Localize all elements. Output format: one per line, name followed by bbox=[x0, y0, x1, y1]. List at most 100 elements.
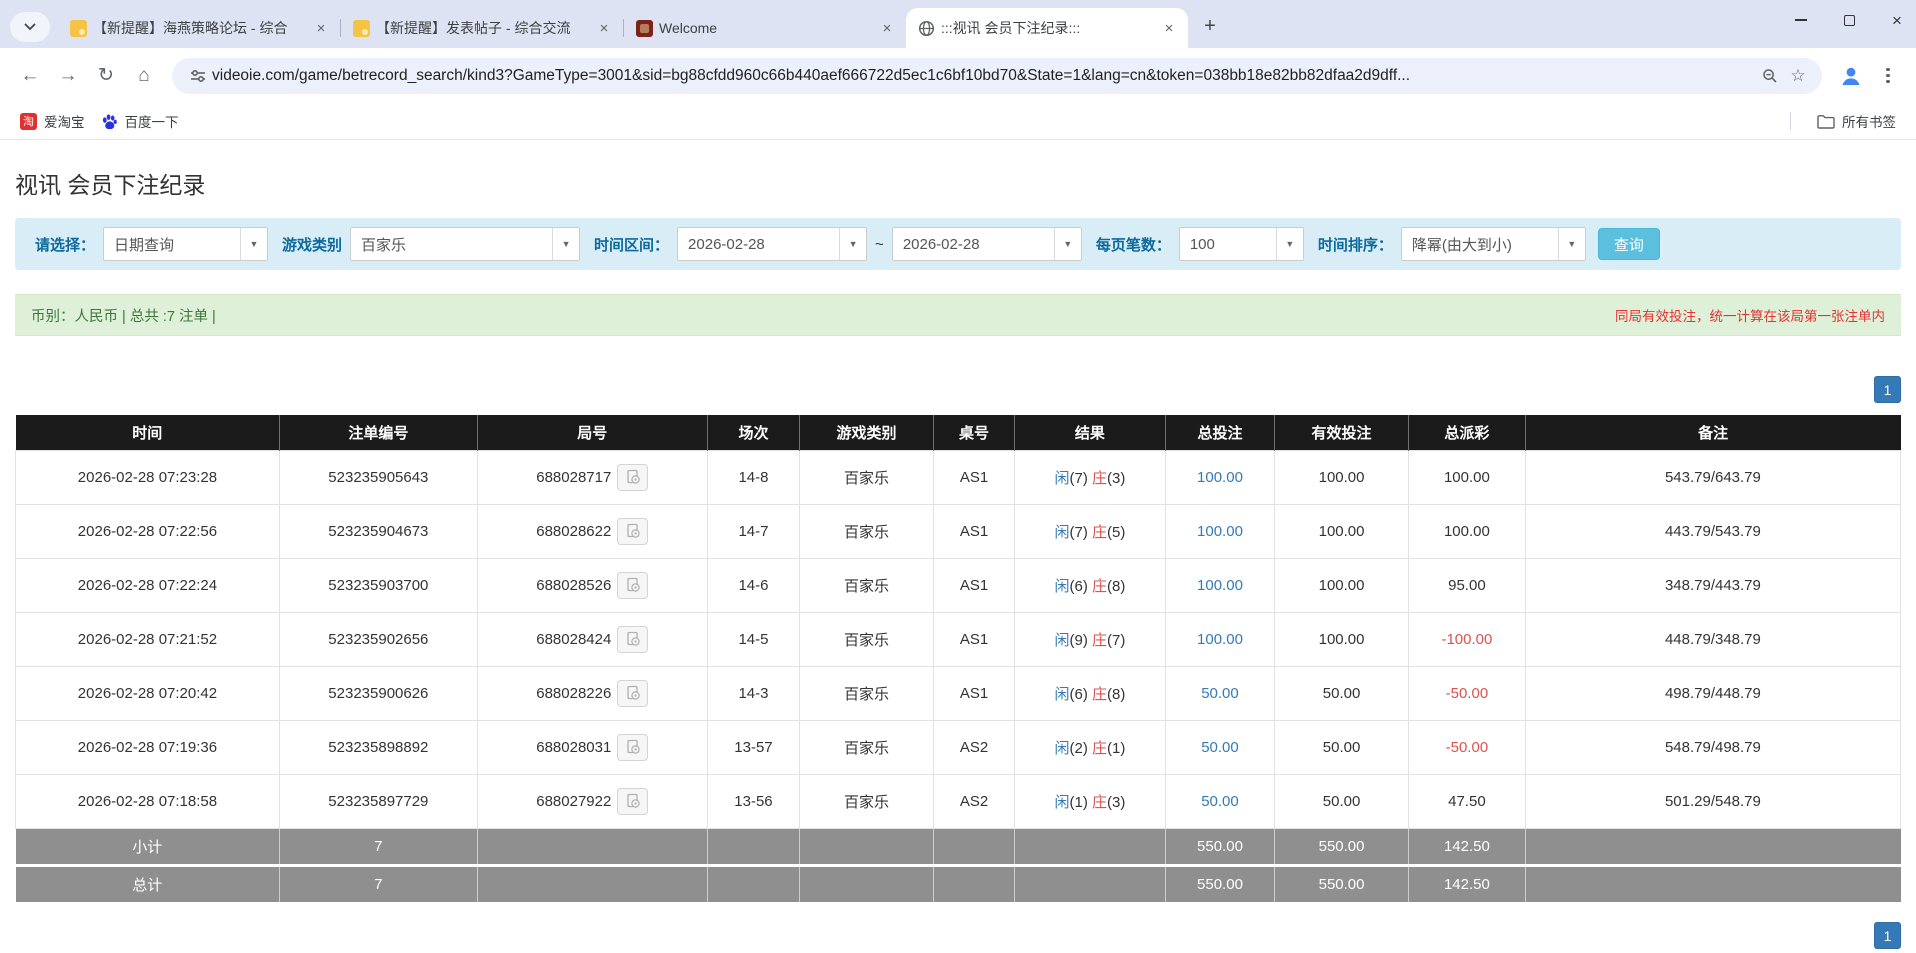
bookmark-taobao[interactable]: 淘 爱淘宝 bbox=[12, 107, 93, 135]
cell-total-bet[interactable]: 50.00 bbox=[1165, 666, 1274, 720]
video-replay-button[interactable] bbox=[617, 788, 648, 815]
bookmark-star-icon[interactable]: ☆ bbox=[1784, 62, 1812, 90]
page-number-button[interactable]: 1 bbox=[1874, 922, 1901, 949]
chevron-down-icon: ▼ bbox=[1054, 228, 1081, 260]
video-replay-button[interactable] bbox=[617, 680, 648, 707]
cell-result: 闲(6) 庄(8) bbox=[1015, 666, 1166, 720]
cell-note: 443.79/543.79 bbox=[1525, 504, 1900, 558]
cell-time: 2026-02-28 07:22:56 bbox=[16, 504, 280, 558]
video-replay-button[interactable] bbox=[617, 572, 648, 599]
total-row: 总计 7 550.00 550.00 142.50 bbox=[16, 865, 1901, 902]
cell-note: 448.79/348.79 bbox=[1525, 612, 1900, 666]
page-number-button[interactable]: 1 bbox=[1874, 376, 1901, 403]
cell-payout: -100.00 bbox=[1408, 612, 1525, 666]
table-body: 2026-02-28 07:23:28523235905643688028717… bbox=[16, 450, 1901, 828]
sort-select[interactable]: 降幂(由大到小) ▼ bbox=[1401, 227, 1586, 261]
video-replay-button[interactable] bbox=[617, 626, 648, 653]
reload-button[interactable]: ↻ bbox=[90, 60, 122, 92]
tab-title: :::视讯 会员下注纪录::: bbox=[941, 18, 1154, 38]
chevron-down-icon: ▼ bbox=[1276, 228, 1303, 260]
cell-result: 闲(1) 庄(3) bbox=[1015, 774, 1166, 828]
site-info-icon[interactable] bbox=[184, 62, 212, 90]
chevron-down-icon: ▼ bbox=[240, 228, 267, 260]
player-count: (6) bbox=[1069, 578, 1087, 595]
player-result: 闲 bbox=[1054, 578, 1069, 595]
tab-close-icon[interactable]: × bbox=[312, 19, 330, 37]
search-button[interactable]: 查询 bbox=[1598, 228, 1660, 260]
zoom-icon[interactable] bbox=[1756, 62, 1784, 90]
date-to-value: 2026-02-28 bbox=[893, 228, 1054, 260]
browser-menu-icon[interactable] bbox=[1874, 68, 1902, 84]
tab-close-icon[interactable]: × bbox=[878, 19, 896, 37]
window-close-button[interactable]: × bbox=[1890, 13, 1904, 27]
video-replay-button[interactable] bbox=[617, 518, 648, 545]
cell-note: 498.79/448.79 bbox=[1525, 666, 1900, 720]
tab-forum-2[interactable]: 【新提醒】发表帖子 - 综合交流 × bbox=[341, 8, 623, 48]
round-number: 688028622 bbox=[536, 523, 611, 540]
tab-close-icon[interactable]: × bbox=[595, 19, 613, 37]
game-type-value: 百家乐 bbox=[351, 228, 552, 260]
film-icon bbox=[625, 739, 641, 755]
query-type-value: 日期查询 bbox=[104, 228, 240, 260]
cell-round: 688028424 bbox=[477, 612, 707, 666]
new-tab-button[interactable]: + bbox=[1196, 12, 1224, 40]
date-from-input[interactable]: 2026-02-28 ▼ bbox=[677, 227, 867, 261]
cell-round: 688028031 bbox=[477, 720, 707, 774]
player-result: 闲 bbox=[1054, 794, 1069, 811]
cell-bet-id: 523235898892 bbox=[279, 720, 477, 774]
sort-value: 降幂(由大到小) bbox=[1402, 228, 1558, 260]
player-result: 闲 bbox=[1054, 686, 1069, 703]
query-type-select[interactable]: 日期查询 ▼ bbox=[103, 227, 268, 261]
cell-total-bet[interactable]: 50.00 bbox=[1165, 720, 1274, 774]
cell-total-bet[interactable]: 100.00 bbox=[1165, 450, 1274, 504]
cell-total-bet[interactable]: 100.00 bbox=[1165, 612, 1274, 666]
banker-count: (1) bbox=[1107, 740, 1125, 757]
game-type-select[interactable]: 百家乐 ▼ bbox=[350, 227, 580, 261]
cell-note: 548.79/498.79 bbox=[1525, 720, 1900, 774]
cell-valid-bet: 50.00 bbox=[1275, 666, 1409, 720]
page-content: 视讯 会员下注纪录 请选择： 日期查询 ▼ 游戏类别 百家乐 ▼ 时间区间： 2… bbox=[0, 166, 1916, 949]
cell-payout: 100.00 bbox=[1408, 450, 1525, 504]
date-to-input[interactable]: 2026-02-28 ▼ bbox=[892, 227, 1082, 261]
tab-welcome[interactable]: Welcome × bbox=[624, 8, 906, 48]
video-replay-button[interactable] bbox=[617, 734, 648, 761]
cell-valid-bet: 100.00 bbox=[1275, 558, 1409, 612]
cell-bet-id: 523235904673 bbox=[279, 504, 477, 558]
address-bar[interactable]: videoie.com/game/betrecord_search/kind3?… bbox=[172, 58, 1822, 94]
cell-total-bet[interactable]: 100.00 bbox=[1165, 504, 1274, 558]
back-button[interactable]: ← bbox=[14, 60, 46, 92]
bookmark-baidu[interactable]: 百度一下 bbox=[93, 107, 187, 135]
profile-avatar[interactable] bbox=[1834, 59, 1868, 93]
subtotal-count: 7 bbox=[279, 828, 477, 865]
home-button[interactable]: ⌂ bbox=[128, 60, 160, 92]
player-count: (6) bbox=[1069, 686, 1087, 703]
all-bookmarks-button[interactable]: 所有书签 bbox=[1809, 107, 1904, 135]
page-size-select[interactable]: 100 ▼ bbox=[1179, 227, 1304, 261]
url-text[interactable]: videoie.com/game/betrecord_search/kind3?… bbox=[212, 67, 1756, 85]
maximize-button[interactable] bbox=[1842, 13, 1856, 27]
cell-result: 闲(7) 庄(5) bbox=[1015, 504, 1166, 558]
player-count: (9) bbox=[1069, 632, 1087, 649]
round-number: 688028526 bbox=[536, 577, 611, 594]
cell-result: 闲(6) 庄(8) bbox=[1015, 558, 1166, 612]
banker-result: 庄 bbox=[1092, 632, 1107, 649]
cell-table-no: AS1 bbox=[933, 666, 1014, 720]
cell-total-bet[interactable]: 50.00 bbox=[1165, 774, 1274, 828]
cell-round: 688028717 bbox=[477, 450, 707, 504]
tab-forum-1[interactable]: 【新提醒】海燕策略论坛 - 综合 × bbox=[58, 8, 340, 48]
cell-note: 543.79/643.79 bbox=[1525, 450, 1900, 504]
tab-close-icon[interactable]: × bbox=[1160, 19, 1178, 37]
banker-count: (3) bbox=[1107, 794, 1125, 811]
tab-bet-records-active[interactable]: :::视讯 会员下注纪录::: × bbox=[906, 8, 1188, 48]
cell-table-no: AS2 bbox=[933, 720, 1014, 774]
round-number: 688028031 bbox=[536, 739, 611, 756]
cell-bet-id: 523235900626 bbox=[279, 666, 477, 720]
summary-bar: 币别：人民币 | 总共 :7 注单 | 同局有效投注，统一计算在该局第一张注单内 bbox=[15, 294, 1901, 336]
tab-search-button[interactable] bbox=[10, 12, 50, 42]
video-replay-button[interactable] bbox=[617, 464, 648, 491]
forward-button[interactable]: → bbox=[52, 60, 84, 92]
bookmarks-bar: 淘 爱淘宝 百度一下 所有书签 bbox=[0, 103, 1916, 140]
minimize-button[interactable] bbox=[1794, 13, 1808, 27]
cell-payout: 47.50 bbox=[1408, 774, 1525, 828]
cell-total-bet[interactable]: 100.00 bbox=[1165, 558, 1274, 612]
